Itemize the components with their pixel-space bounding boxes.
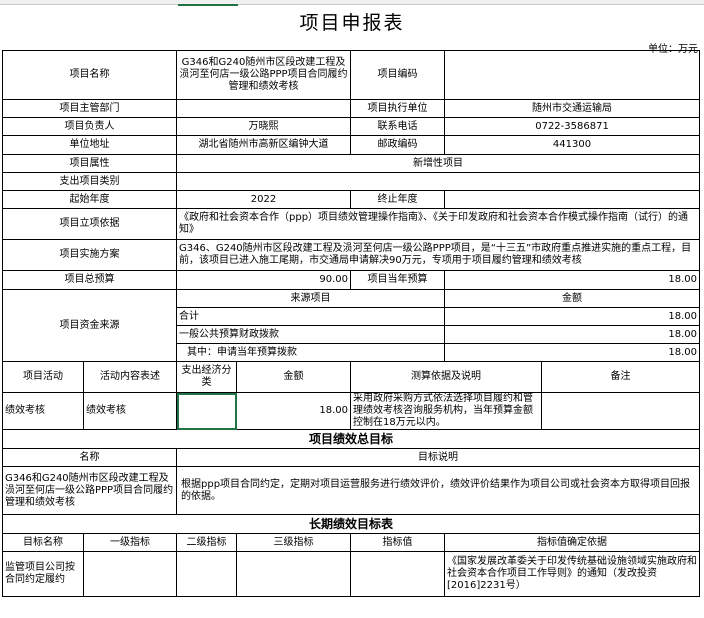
end-year-value[interactable] [444,190,701,209]
project-name-value[interactable]: G346和G240随州市区段改建工程及涢河至何店一级公路PPP项目合同履约管理和… [175,50,352,100]
total-budget-label: 项目总预算 [2,270,177,290]
dept-label: 项目主管部门 [2,99,177,118]
funding-row-name: 其中：申请当年预算拨款 [175,343,446,362]
activity-amount-header: 金额 [235,361,352,393]
level3-header: 三级指标 [235,533,352,552]
basis-value[interactable]: 《政府和社会资本合作（ppp）项目绩效管理操作指南》、《关于印发政府和社会资本合… [175,208,701,240]
start-year-value[interactable]: 2022 [175,190,352,209]
indicator-value-header: 指标值 [350,533,446,552]
postcode-value[interactable]: 441300 [444,135,701,155]
exec-unit-value[interactable]: 随州市交通运输局 [444,99,701,118]
funding-row-name: 一般公共预算财政拨款 [175,325,446,344]
phone-label: 联系电话 [350,117,446,136]
basis-label: 项目立项依据 [2,208,177,240]
econ-class-header: 支出经济分类 [176,361,237,393]
indicator-basis-header: 指标值确定依据 [444,533,701,552]
selected-column-indicator [178,0,238,6]
activity-content-header: 活动内容表述 [83,361,177,393]
address-label: 单位地址 [2,135,177,155]
target-name-header: 目标名称 [2,533,84,552]
total-budget-value[interactable]: 90.00 [175,270,352,290]
project-application-table: 项目名称 G346和G240随州市区段改建工程及涢河至何店一级公路PPP项目合同… [1,50,701,597]
current-budget-label: 项目当年预算 [350,270,446,290]
calc-basis-cell[interactable]: 采用政府采购方式依法选择项目履约和管理绩效考核咨询服务机构，当年预算金额控制在1… [350,392,543,430]
address-value[interactable]: 湖北省随州市高新区编钟大道 [175,135,352,155]
funding-row-amount[interactable]: 18.00 [444,307,701,326]
level2-cell[interactable] [176,551,237,597]
target-name-cell[interactable]: 监管项目公司按合同约定履约 [2,551,84,597]
activity-header: 项目活动 [2,361,84,393]
level2-header: 二级指标 [176,533,237,552]
attribute-value[interactable]: 新增性项目 [175,154,701,173]
goal-desc-header: 目标说明 [175,448,701,467]
page-title: 项目申报表 [299,12,405,34]
project-code-value[interactable] [444,50,701,100]
econ-class-cell-selected[interactable] [176,392,237,430]
calc-basis-header: 测算依据及说明 [350,361,543,393]
activity-amount-cell[interactable]: 18.00 [235,392,352,430]
level1-cell[interactable] [83,551,177,597]
indicator-value-cell[interactable] [350,551,446,597]
plan-value[interactable]: G346、G240随州市区段改建工程及涢河至何店一级公路PPP项目，是“十三五”… [175,239,701,271]
postcode-label: 邮政编码 [350,135,446,155]
owner-value[interactable]: 万晓熙 [175,117,352,136]
amount-header: 金额 [444,289,701,308]
longterm-title: 长期绩效目标表 [1,514,701,534]
level1-header: 一级指标 [83,533,177,552]
category-label: 支出项目类别 [2,172,177,191]
remark-header: 备注 [541,361,701,393]
activity-cell[interactable]: 绩效考核 [2,392,84,430]
exec-unit-label: 项目执行单位 [350,99,446,118]
plan-label: 项目实施方案 [2,239,177,271]
project-name-label: 项目名称 [2,50,177,100]
funding-row-amount[interactable]: 18.00 [444,325,701,344]
funding-label: 项目资金来源 [2,289,177,362]
owner-label: 项目负责人 [2,117,177,136]
start-year-label: 起始年度 [2,190,177,209]
activity-content-cell[interactable]: 绩效考核 [83,392,177,430]
project-code-label: 项目编码 [350,50,446,100]
level3-cell[interactable] [235,551,352,597]
category-value[interactable] [175,172,701,191]
end-year-label: 终止年度 [350,190,446,209]
phone-value[interactable]: 0722-3586871 [444,117,701,136]
funding-row-amount[interactable]: 18.00 [444,343,701,362]
overall-goal-title: 项目绩效总目标 [1,429,701,449]
goal-name-cell[interactable]: G346和G240随州市区段改建工程及涢河至何店一级公路PPP项目合同履约管理和… [2,466,177,515]
current-budget-value[interactable]: 18.00 [444,270,701,290]
goal-desc-cell[interactable]: 根据ppp项目合同约定，定期对项目运营服务进行绩效评价，绩效评价结果作为项目公司… [175,466,701,515]
sheet-column-header-strip [0,0,704,6]
funding-row-name: 合计 [175,307,446,326]
indicator-basis-cell[interactable]: 《国家发展改革委关于印发传统基础设施领域实施政府和社会资本合作项目工作导则》的通… [444,551,701,597]
source-header: 来源项目 [175,289,446,308]
attribute-label: 项目属性 [2,154,177,173]
remark-cell[interactable] [541,392,701,430]
dept-value[interactable] [175,99,352,118]
goal-name-header: 名称 [2,448,177,467]
